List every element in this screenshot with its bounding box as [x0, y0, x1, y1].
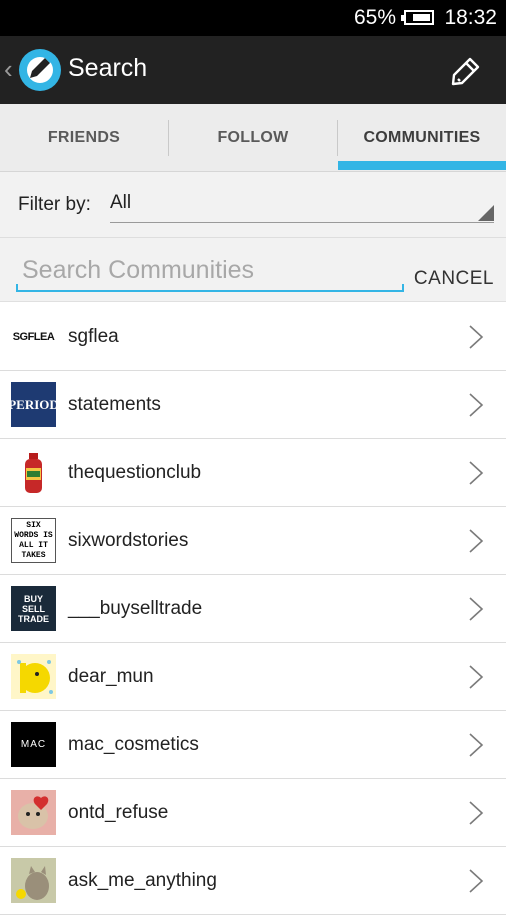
community-thumbnail: SGFLEA: [12, 330, 55, 343]
cancel-button[interactable]: CANCEL: [414, 268, 494, 290]
community-thumbnail: [11, 858, 56, 903]
community-thumbnail: [11, 654, 56, 699]
search-underline: [16, 284, 404, 292]
list-item[interactable]: MAC mac_cosmetics: [0, 711, 506, 779]
bottle-icon: [25, 453, 42, 493]
chevron-right-icon: [469, 869, 484, 893]
list-item[interactable]: SGFLEA sgflea: [0, 303, 506, 371]
community-name: ontd_refuse: [68, 802, 169, 823]
community-name: dear_mun: [68, 666, 154, 687]
filter-dropdown[interactable]: All: [110, 190, 494, 223]
community-list: SGFLEA sgflea PERIOD statements thequest…: [0, 303, 506, 915]
community-name: mac_cosmetics: [68, 734, 199, 755]
chevron-right-icon: [469, 393, 484, 417]
action-bar: ‹ Search: [0, 36, 506, 104]
yellow-face-icon: [17, 660, 53, 694]
page-title: Search: [68, 54, 148, 82]
dropdown-arrow-icon: [478, 205, 494, 221]
chevron-right-icon: [469, 665, 484, 689]
community-name: sgflea: [68, 326, 119, 347]
battery-icon: [401, 10, 434, 25]
app-logo-icon[interactable]: [18, 48, 62, 92]
status-bar: 65% 18:32: [0, 0, 506, 36]
community-name: statements: [68, 394, 161, 415]
list-item[interactable]: PERIOD statements: [0, 371, 506, 439]
list-item[interactable]: SIX WORDS IS ALL IT TAKES sixwordstories: [0, 507, 506, 575]
search-input[interactable]: [16, 250, 404, 290]
list-item[interactable]: BUY SELL TRADE ___buyselltrade: [0, 575, 506, 643]
chevron-right-icon: [469, 529, 484, 553]
chevron-right-icon: [469, 801, 484, 825]
community-thumbnail: MAC: [11, 722, 56, 767]
filter-row: Filter by: All: [0, 172, 506, 238]
chevron-right-icon: [469, 461, 484, 485]
community-name: thequestionclub: [68, 462, 202, 483]
compose-icon[interactable]: [448, 51, 484, 87]
battery-percent: 65%: [353, 6, 396, 29]
clock: 18:32: [444, 6, 497, 29]
tab-follow[interactable]: FOLLOW: [169, 104, 337, 171]
filter-label: Filter by:: [18, 194, 91, 215]
community-thumbnail: SIX WORDS IS ALL IT TAKES: [11, 518, 56, 563]
community-thumbnail: [11, 450, 56, 495]
community-name: ask_me_anything: [68, 870, 217, 891]
search-row: CANCEL: [0, 238, 506, 302]
community-thumbnail: [11, 790, 56, 835]
chevron-right-icon: [469, 733, 484, 757]
list-item[interactable]: ask_me_anything: [0, 847, 506, 915]
chevron-right-icon: [469, 325, 484, 349]
community-name: sixwordstories: [68, 530, 189, 551]
list-item[interactable]: thequestionclub: [0, 439, 506, 507]
selected-tab-indicator: [338, 161, 506, 170]
pet-photo-icon: [18, 796, 49, 829]
chevron-left-icon[interactable]: ‹: [4, 54, 13, 84]
community-thumbnail: PERIOD: [11, 382, 56, 427]
community-thumbnail: BUY SELL TRADE: [11, 586, 56, 631]
list-item[interactable]: dear_mun: [0, 643, 506, 711]
list-item[interactable]: ontd_refuse: [0, 779, 506, 847]
cat-photo-icon: [16, 866, 49, 900]
chevron-right-icon: [469, 597, 484, 621]
filter-value: All: [110, 192, 132, 213]
community-name: ___buyselltrade: [68, 598, 203, 619]
tab-friends[interactable]: FRIENDS: [0, 104, 168, 171]
